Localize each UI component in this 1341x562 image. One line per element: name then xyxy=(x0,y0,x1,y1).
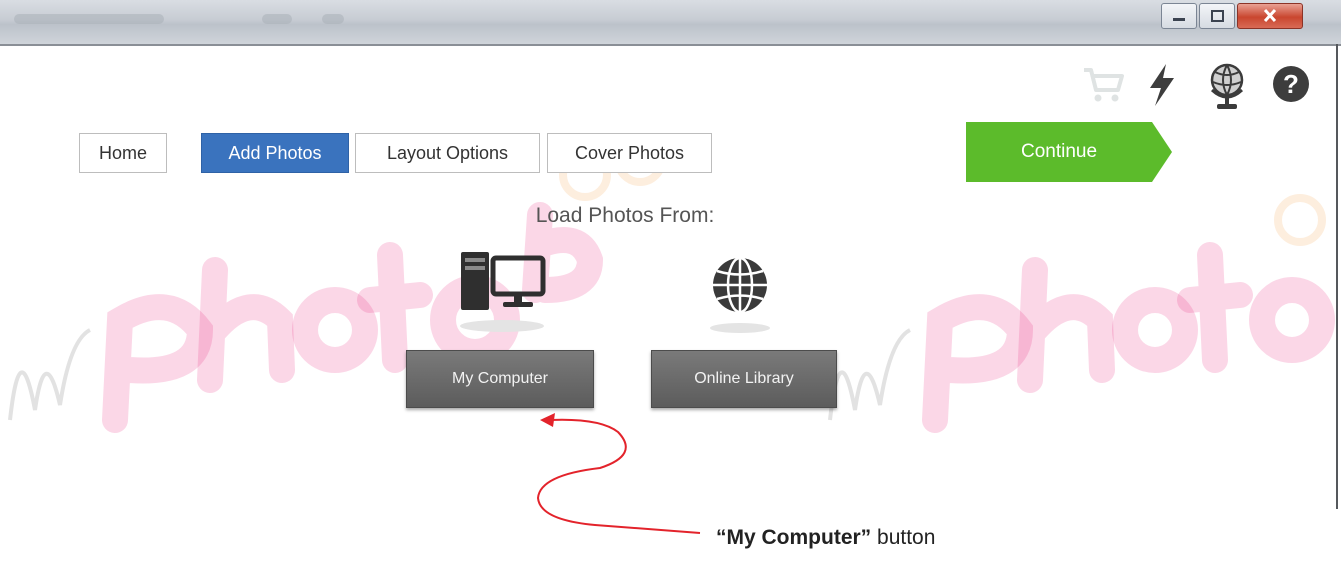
annotation-caption: “My Computer” button xyxy=(716,526,935,550)
annotation-caption-bold: “My Computer” xyxy=(716,526,872,549)
annotation-caption-rest: button xyxy=(871,526,936,549)
annotation-arrow xyxy=(536,413,701,534)
